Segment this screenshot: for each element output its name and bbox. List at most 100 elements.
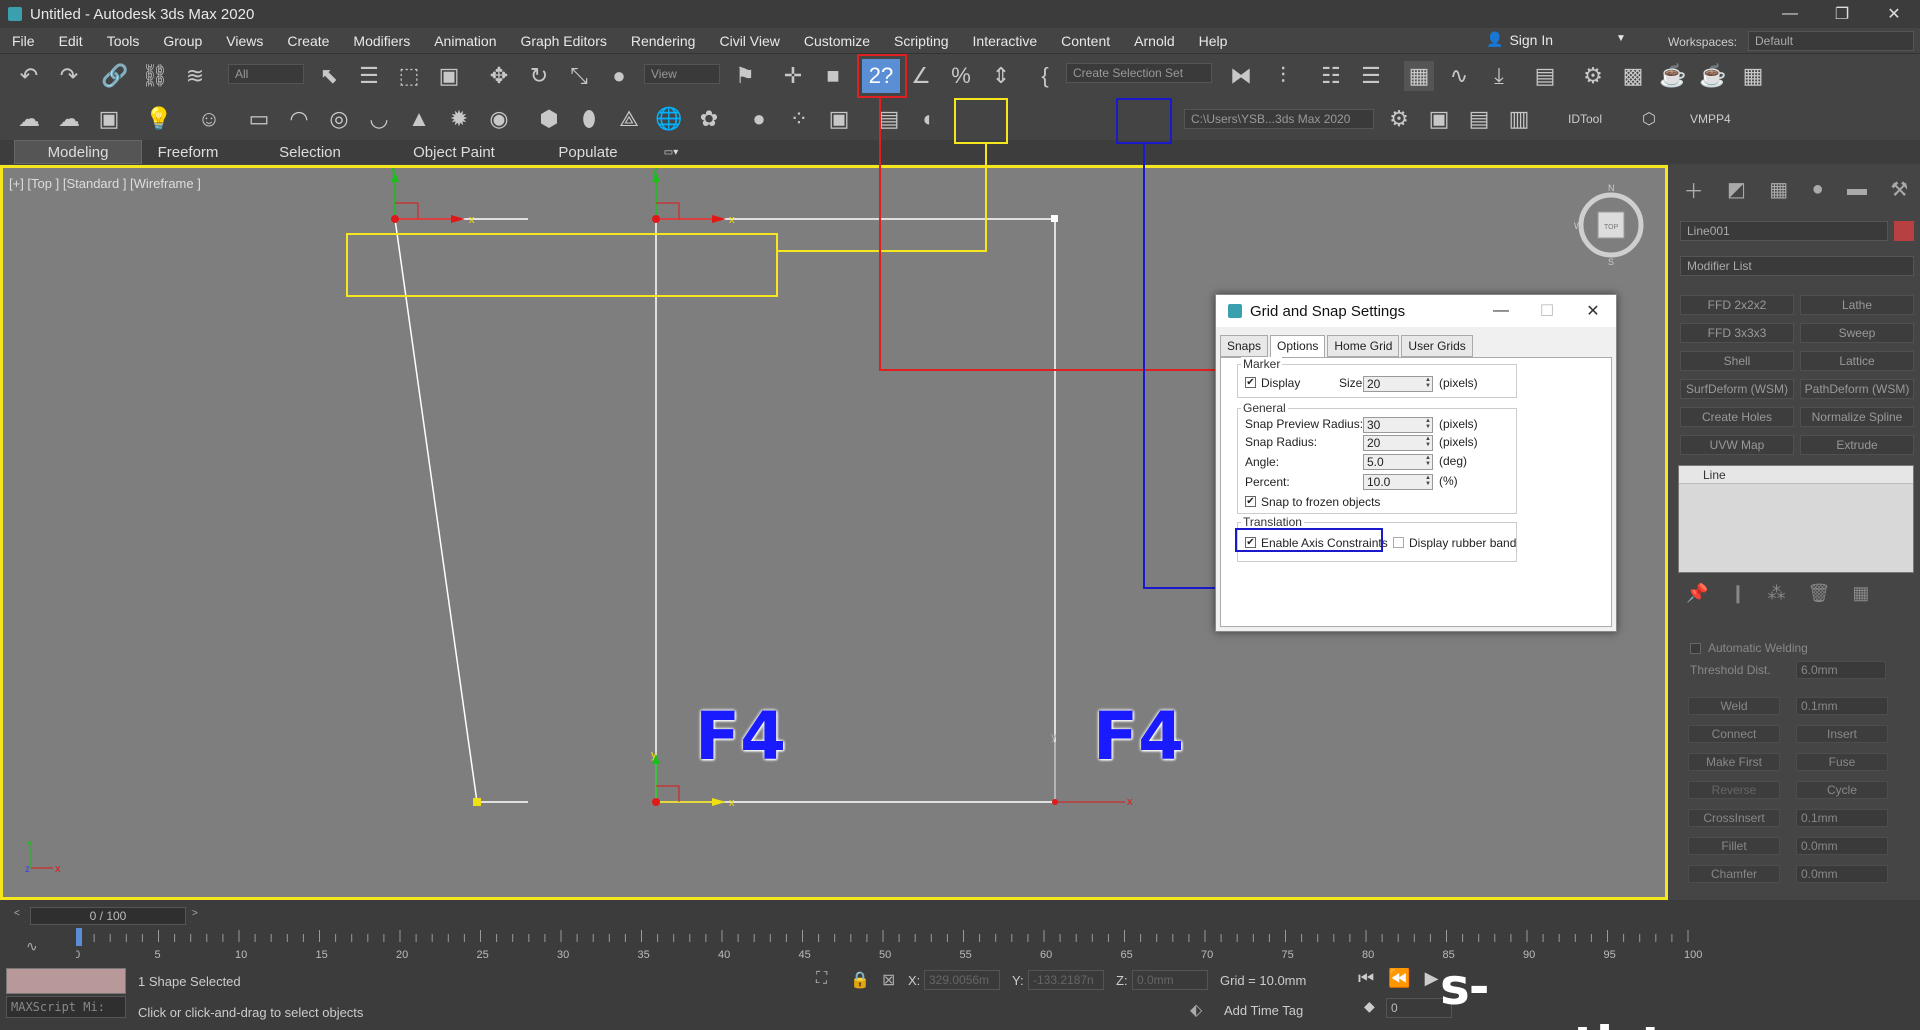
display-marker-checkbox[interactable]: ✔ [1245,377,1256,388]
connect-button[interactable]: Connect [1688,725,1780,743]
modifier-button[interactable]: Create Holes [1680,407,1794,427]
snap-frozen-checkbox[interactable]: ✔ [1245,496,1256,507]
stack-item-line[interactable]: Line [1679,466,1913,484]
fuse-button[interactable]: Fuse [1796,753,1888,771]
modifier-button[interactable]: Shell [1680,351,1794,371]
chamfer-button[interactable]: Chamfer [1688,865,1780,883]
tab-snaps[interactable]: Snaps [1220,335,1269,357]
tab-home-grid[interactable]: Home Grid [1327,335,1400,357]
display-rubber-band-checkbox[interactable] [1393,537,1404,548]
reverse-button[interactable]: Reverse [1688,781,1780,799]
timeline-tick-label: 50 [879,949,891,961]
weld-button[interactable]: Weld [1688,697,1780,715]
time-tag-icon[interactable]: ⬖ [1190,1000,1202,1020]
angle-unit: (deg) [1439,454,1468,468]
marker-size-spinner[interactable]: 20 [1363,376,1433,392]
timeline-tick-label: 5 [155,949,161,961]
utilities-tab-icon[interactable]: ⚒ [1890,177,1908,202]
prev-frame-icon[interactable]: < [14,908,20,919]
threshold-spinner[interactable]: 6.0mm [1796,661,1886,679]
timeline-tick-label: 25 [477,949,489,961]
modifier-button[interactable]: Lathe [1800,295,1914,315]
modifier-button[interactable]: Extrude [1800,435,1914,455]
timeline-current-frame[interactable] [76,928,82,946]
create-tab-icon[interactable]: ＋ [1684,175,1704,204]
make-first-button[interactable]: Make First [1688,753,1780,771]
crossinsert-spinner[interactable]: 0.1mm [1796,809,1888,827]
marker-group-label: Marker [1241,357,1283,371]
dialog-title-bar[interactable]: Grid and Snap Settings — ☐ ✕ [1216,295,1616,327]
minimize-icon[interactable]: — [1478,295,1524,327]
key-mode-icon[interactable]: ◆ [1364,998,1375,1015]
motion-tab-icon[interactable]: ● [1812,178,1824,201]
weld-threshold-spinner[interactable]: 0.1mm [1796,697,1888,715]
callout-lines [778,98,1234,589]
modifier-stack[interactable]: Line [1678,465,1914,573]
modify-tab-icon[interactable]: ◩ [1727,177,1746,202]
curve-toggle-icon[interactable]: ∿ [26,938,38,955]
goto-start-icon[interactable]: ⏮ [1358,968,1374,989]
prompt-line: Click or click-and-drag to select object… [138,1005,364,1020]
lock-icon[interactable]: 🔒 [850,970,870,990]
timeline-tick-label: 40 [718,949,730,961]
object-name-field[interactable]: Line001 [1680,221,1888,241]
hierarchy-tab-icon[interactable]: ▦ [1769,177,1788,202]
modifier-button[interactable]: Sweep [1800,323,1914,343]
dialog-title: Grid and Snap Settings [1250,302,1406,320]
configure-modifier-sets-icon[interactable]: ▦ [1852,583,1869,605]
maximize-icon: ☐ [1539,303,1555,320]
modifier-button[interactable]: UVW Map [1680,435,1794,455]
crossinsert-button[interactable]: CrossInsert [1688,809,1780,827]
modifier-button[interactable]: FFD 2x2x2 [1680,295,1794,315]
timeline-tick-label: 20 [396,949,408,961]
chamfer-spinner[interactable]: 0.0mm [1796,865,1888,883]
cycle-button[interactable]: Cycle [1796,781,1888,799]
timeline-tick-label: 65 [1121,949,1133,961]
tab-options[interactable]: Options [1270,335,1326,357]
x-coord-field[interactable]: 329.0056m [924,970,1000,990]
snap-preview-radius-spinner[interactable]: 30 [1363,417,1433,433]
modifier-button[interactable]: Normalize Spline [1800,407,1914,427]
y-coord-label: Y: [1012,973,1024,988]
timeline-tick-label: 10 [235,949,247,961]
insert-button[interactable]: Insert [1796,725,1888,743]
next-frame-icon[interactable]: > [192,908,198,919]
snap-radius-spinner[interactable]: 20 [1363,435,1433,451]
object-name-value: Line001 [1687,224,1730,238]
modifier-button[interactable]: FFD 3x3x3 [1680,323,1794,343]
timeline-tick-label: 55 [960,949,972,961]
prev-key-icon[interactable]: ⏪ [1388,968,1410,989]
fillet-spinner[interactable]: 0.0mm [1796,837,1888,855]
percent-spinner[interactable]: 10.0 [1363,474,1433,490]
y-coord-field[interactable]: -133.2187n [1028,970,1104,990]
isolate-icon[interactable]: ⛶ [816,970,827,988]
enable-axis-constraints-checkbox[interactable]: ✔ [1245,537,1256,548]
play-icon[interactable]: ▶ [1425,968,1439,989]
timeline-tick-label: 60 [1040,949,1052,961]
remove-modifier-icon[interactable]: 🗑 [1808,583,1831,605]
display-tab-icon[interactable]: ▬ [1847,178,1867,201]
options-panel: Marker ✔ Display Size: 20 (pixels) Gener… [1220,357,1612,627]
object-color-swatch[interactable] [1894,221,1914,241]
timeline-tick-label: 70 [1201,949,1213,961]
time-slider-value: 0 / 100 [89,909,127,923]
close-icon[interactable]: ✕ [1570,295,1616,327]
make-unique-icon[interactable]: ⁂ [1768,583,1786,605]
modifier-button[interactable]: Lattice [1800,351,1914,371]
time-slider[interactable]: 0 / 100 [30,907,186,925]
modifier-button[interactable]: SurfDeform (WSM) [1680,379,1794,399]
angle-spinner[interactable]: 5.0 [1363,454,1433,470]
z-coord-field[interactable]: 0.0mm [1132,970,1208,990]
modifier-list-select[interactable]: Modifier List [1680,256,1914,276]
modifier-button[interactable]: PathDeform (WSM) [1800,379,1914,399]
stack-tools: 📌 ❙ ⁂ 🗑 ▦ [1678,583,1914,605]
absolute-mode-icon[interactable]: ⊠ [882,970,895,990]
fillet-button[interactable]: Fillet [1688,837,1780,855]
tab-user-grids[interactable]: User Grids [1401,335,1473,357]
add-time-tag[interactable]: Add Time Tag [1224,1003,1303,1018]
show-end-result-icon[interactable]: ❙ [1730,583,1745,605]
maxscript-listener[interactable]: MAXScript Mi: [6,996,126,1018]
pin-stack-icon[interactable]: 📌 [1686,583,1708,605]
automatic-welding-checkbox[interactable] [1690,643,1701,654]
angle-label: Angle: [1245,455,1280,469]
